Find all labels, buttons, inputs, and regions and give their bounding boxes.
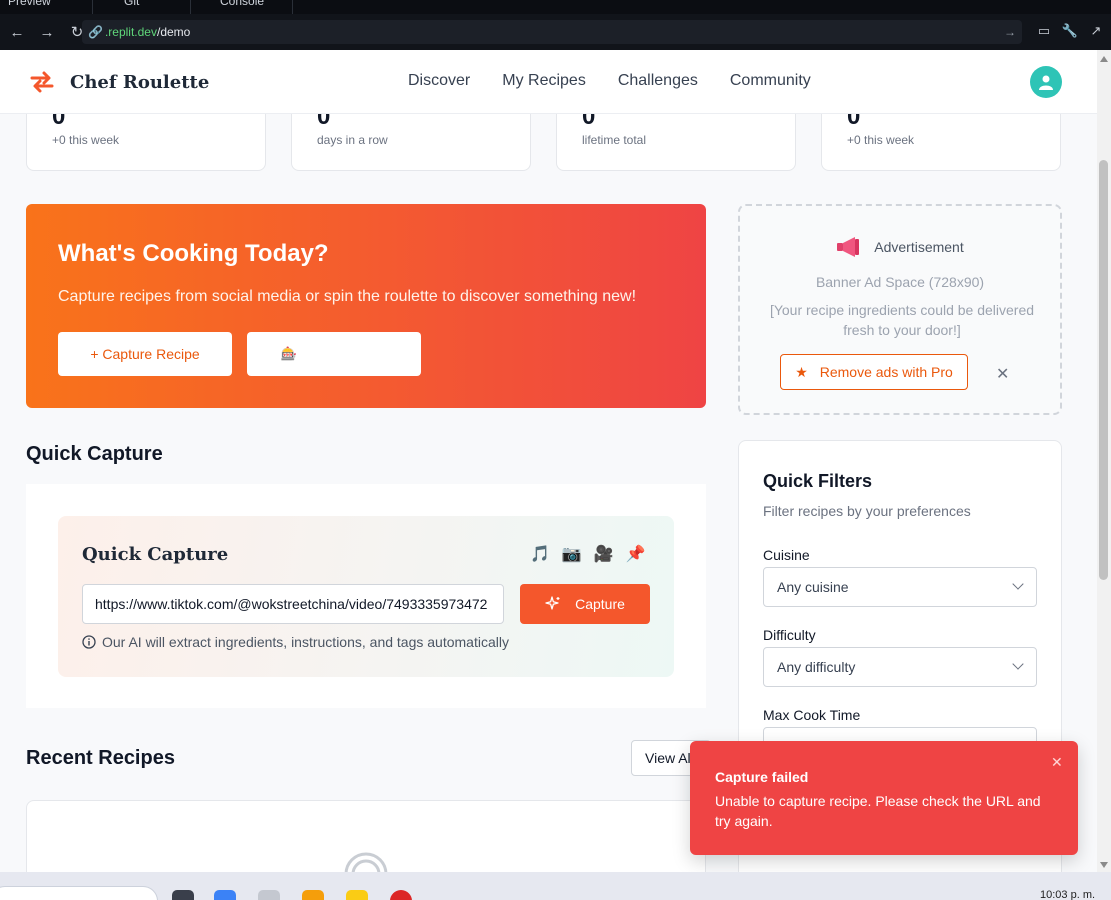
spin-roulette-button[interactable]: 🎰 — [247, 332, 421, 376]
ad-banner: Advertisement Banner Ad Space (728x90) [… — [738, 204, 1062, 415]
back-icon[interactable]: ← — [4, 19, 30, 45]
toast-message: Unable to capture recipe. Please check t… — [715, 793, 1041, 829]
video-camera-icon: 🎥 — [593, 546, 614, 563]
app-name: Chef Roulette — [70, 71, 210, 93]
pushpin-icon: 📌 — [625, 546, 646, 563]
close-icon[interactable]: ✕ — [996, 364, 1009, 384]
wrench-icon[interactable]: 🔧 — [1061, 22, 1079, 40]
tab-divider — [292, 0, 293, 14]
source-icons: 🎵 📷 🎥 📌 — [530, 544, 646, 564]
taskbar-search[interactable] — [0, 886, 158, 900]
difficulty-select[interactable]: Any difficulty — [763, 647, 1037, 687]
app-icon[interactable] — [302, 890, 324, 900]
sparkles-icon — [545, 596, 560, 610]
quick-capture-heading: Quick Capture — [26, 443, 163, 465]
taskbar-clock: 10:03 p. m. — [1040, 889, 1096, 900]
cuisine-value: Any cuisine — [777, 579, 849, 595]
profile-app-icon[interactable] — [390, 890, 412, 900]
slot-machine-icon: 🎰 — [280, 346, 298, 361]
tab-git[interactable]: Git — [124, 0, 139, 12]
cuisine-label: Cuisine — [763, 547, 810, 563]
stat-label: lifetime total — [582, 133, 647, 147]
chevron-down-icon — [1012, 658, 1024, 670]
nav-challenges[interactable]: Challenges — [618, 72, 698, 90]
logo[interactable]: Chef Roulette — [28, 68, 209, 96]
chrome-icon[interactable] — [258, 890, 280, 900]
url-path: /demo — [156, 25, 191, 39]
os-taskbar: 10:03 p. m. — [0, 872, 1111, 900]
chevron-down-icon — [1012, 578, 1024, 590]
tab-preview[interactable]: Preview — [8, 0, 51, 12]
recent-recipes-heading: Recent Recipes — [26, 747, 175, 769]
recipe-url-input[interactable] — [82, 584, 504, 624]
toast-close-icon[interactable]: ✕ — [1051, 754, 1063, 771]
stat-label: days in a row — [317, 133, 388, 147]
cuisine-select[interactable]: Any cuisine — [763, 567, 1037, 607]
link-icon: 🔗 — [88, 25, 103, 39]
address-bar[interactable]: 🔗 .replit.dev/demo → — [82, 20, 1022, 44]
browser-tab-strip: Preview Git Console — [0, 0, 1111, 14]
capture-button-label: Capture — [575, 596, 625, 612]
capture-button[interactable]: Capture — [520, 584, 650, 624]
nav-community[interactable]: Community — [730, 72, 811, 90]
app-header: Chef Roulette Discover My Recipes Challe… — [0, 50, 1097, 114]
ad-message: [Your recipe ingredients could be delive… — [769, 302, 1035, 338]
capture-recipe-button[interactable]: + Capture Recipe — [58, 332, 232, 376]
filters-description: Filter recipes by your preferences — [763, 503, 971, 519]
tab-divider — [92, 0, 93, 14]
scroll-thumb[interactable] — [1099, 160, 1108, 580]
stat-label: +0 this week — [847, 133, 915, 147]
difficulty-value: Any difficulty — [777, 659, 856, 675]
remove-ads-label: Remove ads with Pro — [819, 364, 953, 380]
hero-title: What's Cooking Today? — [58, 240, 329, 267]
ad-label: Advertisement — [874, 239, 964, 255]
scroll-up-icon[interactable] — [1100, 56, 1108, 62]
info-icon — [82, 635, 96, 649]
quick-capture-card: Quick Capture 🎵 📷 🎥 📌 Capture Our AI wil… — [58, 516, 674, 677]
go-arrow-icon[interactable]: → — [1004, 25, 1016, 39]
ad-size-text: Banner Ad Space (728x90) — [815, 274, 985, 290]
nav-my-recipes[interactable]: My Recipes — [502, 72, 586, 90]
device-icon[interactable]: ▭ — [1035, 22, 1053, 40]
page-scrollbar[interactable] — [1097, 50, 1111, 872]
error-toast: Capture failed Unable to capture recipe.… — [690, 741, 1078, 855]
copilot-icon[interactable] — [214, 890, 236, 900]
hero-banner: What's Cooking Today? Capture recipes fr… — [26, 204, 706, 408]
tab-console[interactable]: Console — [220, 0, 264, 12]
cook-time-label: Max Cook Time — [763, 707, 861, 723]
tab-divider — [190, 0, 191, 14]
nav-discover[interactable]: Discover — [408, 72, 470, 90]
user-icon — [1039, 75, 1053, 90]
scroll-down-icon[interactable] — [1100, 862, 1108, 868]
open-external-icon[interactable]: ↗ — [1087, 22, 1105, 40]
music-note-icon: 🎵 — [530, 546, 550, 563]
megaphone-icon — [837, 237, 860, 257]
filters-title: Quick Filters — [763, 471, 873, 491]
folder-icon[interactable] — [346, 890, 368, 900]
difficulty-label: Difficulty — [763, 627, 816, 643]
url-host: .replit.dev — [104, 25, 157, 39]
user-avatar[interactable] — [1030, 66, 1062, 98]
quick-capture-title: Quick Capture — [82, 544, 229, 565]
stat-label: +0 this week — [52, 133, 120, 147]
hero-subtitle: Capture recipes from social media or spi… — [58, 288, 637, 305]
star-icon: ★ — [795, 363, 808, 380]
main-nav: Discover My Recipes Challenges Community — [408, 72, 811, 90]
capture-hint: Our AI will extract ingredients, instruc… — [82, 634, 509, 650]
forward-icon[interactable]: → — [34, 19, 60, 45]
capture-hint-text: Our AI will extract ingredients, instruc… — [102, 634, 509, 650]
toast-title: Capture failed — [715, 769, 809, 785]
browser-toolbar: ← → ↻ 🔗 .replit.dev/demo → ▭ 🔧 ↗ — [0, 14, 1111, 50]
camera-icon: 📷 — [561, 546, 582, 563]
task-view-icon[interactable] — [172, 890, 194, 900]
remove-ads-button[interactable]: ★ Remove ads with Pro — [780, 354, 968, 390]
shuffle-arrows-icon — [30, 71, 54, 93]
